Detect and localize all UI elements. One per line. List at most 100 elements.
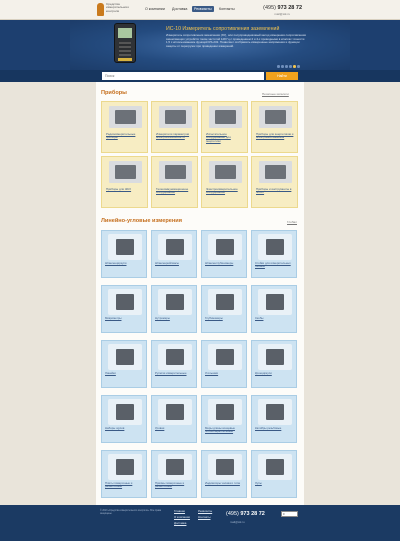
category-card[interactable]: Наборы щупов [101, 395, 147, 443]
footer-nav-delivery[interactable]: Доставка [174, 521, 186, 525]
category-card[interactable]: Приборы и инструменты в ЭСАП [251, 156, 298, 208]
footer-nav-contacts[interactable]: Контакты [198, 515, 211, 519]
category-card[interactable]: Кронциркули [251, 340, 297, 388]
category-card[interactable]: Стойки для измерительных головок [251, 230, 297, 278]
nav-contacts[interactable]: Контакты [217, 6, 237, 12]
slider-dot[interactable] [277, 65, 280, 68]
section-title-devices: Приборы [101, 90, 127, 96]
category-image [108, 399, 142, 425]
category-card[interactable]: Линейки [101, 340, 147, 388]
category-image [158, 454, 192, 480]
category-card[interactable]: Индикаторы часового типа [201, 450, 247, 498]
category-image [158, 234, 192, 260]
category-label: Штангенрейсмасы [155, 261, 179, 265]
footer-nav-requisites[interactable]: Реквизиты [198, 509, 212, 513]
category-label: Скобы [255, 316, 264, 320]
category-card[interactable]: Угольники [201, 340, 247, 388]
category-card[interactable]: Приборы для ЖКХ [101, 156, 148, 208]
logo-icon [97, 3, 104, 16]
category-label: Угольники [205, 371, 219, 375]
footer-nav-home[interactable]: Главная [174, 509, 185, 513]
category-image [158, 399, 192, 425]
category-image [108, 344, 142, 370]
category-image [258, 454, 292, 480]
site-header: Средства измерительного контроля О компа… [0, 0, 400, 20]
category-card[interactable]: Электроизмерительное оборудование [201, 156, 248, 208]
category-image [209, 106, 242, 128]
category-label: Лупы [255, 481, 262, 485]
category-image [209, 161, 242, 183]
category-label: Микрометры [105, 316, 122, 320]
category-card[interactable]: Радиоизмерительные приборы [101, 101, 148, 153]
category-label: Наборы щупов [105, 426, 125, 430]
category-label: Линейки [105, 371, 116, 375]
category-label: Калибры резьбовые [255, 426, 282, 430]
search-button[interactable]: Найти [266, 72, 298, 80]
visit-counter: 0 [281, 511, 298, 517]
category-label: Кронциркули [255, 371, 272, 375]
category-label: Радиоизмерительные приборы [106, 132, 136, 140]
footer-phone: (495) 973 28 72 [226, 511, 265, 517]
category-image [258, 344, 292, 370]
search-input[interactable] [102, 72, 264, 80]
category-label: Глубиномеры [205, 316, 223, 320]
slider-dot[interactable] [293, 65, 296, 68]
category-card[interactable]: Меры длины концевые плоскопараллельные [201, 395, 247, 443]
category-label: Индикаторы часового типа [205, 481, 240, 485]
nav-requisites[interactable]: Реквизиты [192, 6, 214, 12]
category-card[interactable]: Скобы [251, 285, 297, 333]
category-card[interactable]: Уровни [151, 395, 197, 443]
category-image [109, 161, 142, 183]
category-card[interactable]: Штангенциркули [101, 230, 147, 278]
category-card[interactable]: Плиты поверочные и разметочные [101, 450, 147, 498]
slider-dot[interactable] [297, 65, 300, 68]
category-card[interactable]: Призмы поверочные и разметочные [151, 450, 197, 498]
header-phone: (495) 973 28 72 [263, 5, 302, 11]
category-card[interactable]: Калибры резьбовые [251, 395, 297, 443]
category-label: Меры длины концевые плоскопараллельные [205, 426, 235, 434]
category-label: Штангенглубиномеры [205, 261, 234, 265]
slider-dot[interactable] [285, 65, 288, 68]
slider-dot[interactable] [281, 65, 284, 68]
global-link[interactable]: Глобал [287, 220, 297, 224]
category-image [159, 161, 192, 183]
footer-email[interactable]: mail@sik.ru [230, 520, 245, 524]
category-image [158, 289, 192, 315]
catalogs-link[interactable]: Печатные каталоги [262, 92, 289, 96]
category-card[interactable]: Штангенглубиномеры [201, 230, 247, 278]
category-image [208, 344, 242, 370]
category-card[interactable]: Глубиномеры [201, 285, 247, 333]
category-card[interactable]: Приборы для энергетиков и электромонтажн… [251, 101, 298, 153]
category-card[interactable]: Телекоммуникационное оборудование [151, 156, 198, 208]
banner-title[interactable]: ИС-10 Измеритель сопротивления заземлени… [166, 26, 279, 32]
category-label: Призмы поверочные и разметочные [155, 481, 185, 489]
nav-delivery[interactable]: Доставка [170, 6, 189, 12]
category-card[interactable]: Лупы [251, 450, 297, 498]
site-logo[interactable]: Средства измерительного контроля [97, 2, 137, 17]
section-title-linear: Линейно-угловые измерения [101, 218, 182, 224]
category-label: Рулетки измерительные [155, 371, 187, 375]
category-card[interactable]: Микрометры [101, 285, 147, 333]
banner-device-image[interactable] [114, 23, 136, 63]
category-image [109, 106, 142, 128]
category-label: Электроизмерительное оборудование [206, 187, 238, 195]
nav-about[interactable]: О компании [143, 6, 167, 12]
category-label: Телекоммуникационное оборудование [156, 187, 189, 195]
category-label: Испытательное оборудование для энергетик… [206, 132, 231, 143]
category-image [108, 234, 142, 260]
header-email[interactable]: mail@sik.ru [274, 12, 290, 16]
category-image [258, 234, 292, 260]
category-label: Приборы для энергетиков и электромонтажн… [256, 132, 294, 140]
category-card[interactable]: Штангенрейсмасы [151, 230, 197, 278]
footer-copyright: © 2013 «Средства измерительного контроля… [100, 510, 162, 515]
category-card[interactable]: Нутромеры [151, 285, 197, 333]
slider-dot[interactable] [289, 65, 292, 68]
category-image [208, 399, 242, 425]
category-card[interactable]: Испытательное оборудование для энергетик… [201, 101, 248, 153]
category-card[interactable]: Рулетки измерительные [151, 340, 197, 388]
category-image [208, 289, 242, 315]
category-card[interactable]: Измерители параметров электробезопасност… [151, 101, 198, 153]
category-image [259, 106, 292, 128]
footer-nav-about[interactable]: О компании [174, 515, 190, 519]
category-label: Нутромеры [155, 316, 170, 320]
